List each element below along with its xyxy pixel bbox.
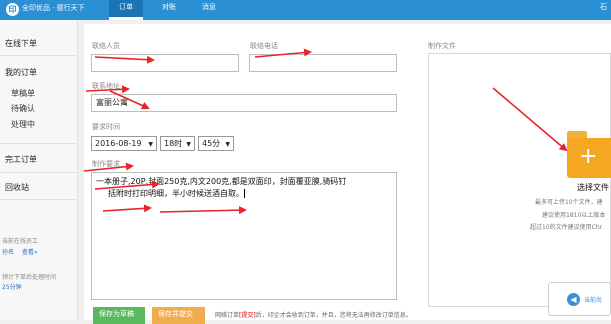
- user-menu[interactable]: 石: [600, 0, 607, 20]
- brand-slogan: 全印优品 · 德行天下: [22, 4, 85, 12]
- sidebar-item-online-order[interactable]: 在线下单: [5, 38, 37, 49]
- hour-value: 18时: [164, 139, 183, 148]
- submit-note: 网络订单[提交]后，印企才会收到订单，并且，您将无法再修改订单信息。: [215, 310, 412, 319]
- chevron-down-icon: ▼: [148, 141, 153, 148]
- top-nav-bar: [0, 0, 611, 20]
- requirements-label: 制作要求: [92, 160, 120, 168]
- requirements-line-1: 一本册子,20P,封面250克,内文200克,都是双面印，封面覆亚膜,骑码钉: [96, 177, 347, 186]
- wait-time-label: 预计下单后处理时间: [2, 274, 57, 281]
- add-file-folder-icon[interactable]: +: [567, 138, 611, 178]
- upload-hint-3: 超过10的文件建议使用Chr: [530, 224, 603, 231]
- requirements-line-2-text: 括附时打印明细，半小时候送酒自取。: [108, 189, 244, 198]
- online-staff-label: 当前在线员工: [2, 238, 39, 245]
- contact-input[interactable]: [91, 54, 239, 72]
- date-value: 2016-08-19: [95, 139, 142, 148]
- staff-name: 孙名: [2, 249, 15, 256]
- upload-hint-1: 最多可上传10个文件，建: [535, 199, 603, 206]
- sidebar-divider: [0, 172, 77, 173]
- tab-messages[interactable]: 消息: [202, 0, 216, 20]
- tab-orders[interactable]: 订单: [109, 0, 143, 20]
- sidebar-item-recycle[interactable]: 回收站: [5, 182, 29, 193]
- logo-icon: 印: [6, 3, 19, 16]
- note-suffix: 后，印企才会收到订单，并且，您将无法再修改订单信息。: [255, 312, 412, 319]
- minute-select[interactable]: 45分 ▼: [198, 136, 234, 151]
- choose-file-button[interactable]: 选择文件: [577, 182, 609, 193]
- save-draft-button[interactable]: 保存为草稿: [93, 307, 145, 324]
- requirements-textarea[interactable]: 一本册子,20P,封面250克,内文200克,都是双面印，封面覆亚膜,骑码钉 括…: [91, 172, 397, 300]
- chat-text: 当前尚: [584, 297, 603, 304]
- address-input[interactable]: 富丽公寓: [91, 94, 397, 112]
- contact-label: 联络人员: [92, 42, 120, 50]
- phone-input[interactable]: [249, 54, 397, 72]
- sidebar-item-my-orders[interactable]: 我的订单: [5, 67, 37, 78]
- time-label: 要求时间: [92, 123, 120, 131]
- sidebar-divider: [0, 199, 77, 200]
- speaker-icon: ◀: [567, 293, 580, 306]
- wait-time-value: 25分钟: [2, 284, 22, 291]
- minute-value: 45分: [202, 139, 221, 148]
- note-prefix: 网络订单: [215, 312, 240, 319]
- chevron-down-icon: ▼: [225, 141, 230, 148]
- sidebar-divider: [0, 55, 77, 56]
- tab-reconciliation[interactable]: 对账: [162, 0, 176, 20]
- file-label: 制作文件: [428, 42, 456, 50]
- requirements-line-2: 括附时打印明细，半小时候送酒自取。: [96, 188, 392, 200]
- chevron-down-icon: ▼: [186, 141, 191, 148]
- save-submit-button[interactable]: 保存并提交: [152, 307, 205, 324]
- sidebar-item-drafts[interactable]: 草稿单: [11, 88, 35, 99]
- sidebar-item-completed[interactable]: 完工订单: [5, 154, 37, 165]
- sidebar-item-pending[interactable]: 待确认: [11, 103, 35, 114]
- sidebar-divider: [0, 143, 77, 144]
- text-cursor: [244, 189, 245, 198]
- date-select[interactable]: 2016-08-19 ▼: [91, 136, 157, 151]
- address-label: 联系地址: [92, 82, 120, 90]
- sidebar-item-processing[interactable]: 处理中: [11, 119, 35, 130]
- hour-select[interactable]: 18时 ▼: [160, 136, 195, 151]
- note-highlight: [提交]: [239, 312, 256, 319]
- view-staff-link[interactable]: 查看»: [22, 247, 38, 256]
- phone-label: 联络电话: [250, 42, 278, 50]
- upload-hint-2: 建议使用1810以上版本: [542, 212, 606, 219]
- file-upload-area[interactable]: [428, 53, 611, 307]
- plus-icon: +: [579, 144, 598, 169]
